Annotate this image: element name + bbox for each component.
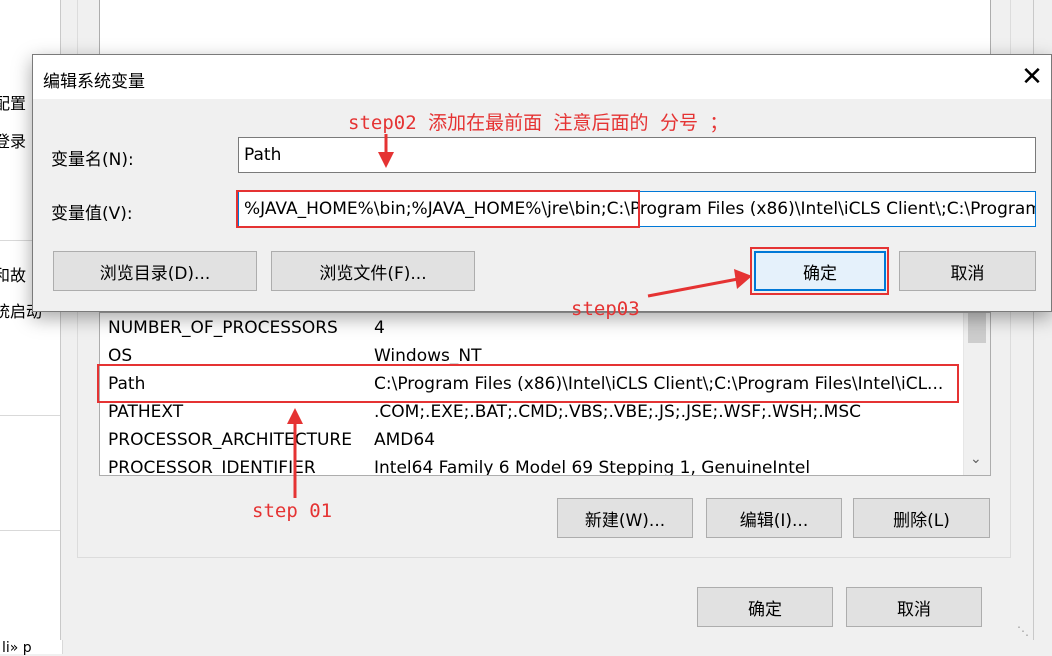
step03-arrow-icon: [647, 277, 739, 298]
step02-arrowhead-icon: [378, 152, 394, 168]
step03-arrowhead-icon: [734, 269, 752, 289]
annotation-arrows: [287, 134, 752, 498]
step01-arrowhead-icon: [287, 408, 303, 424]
